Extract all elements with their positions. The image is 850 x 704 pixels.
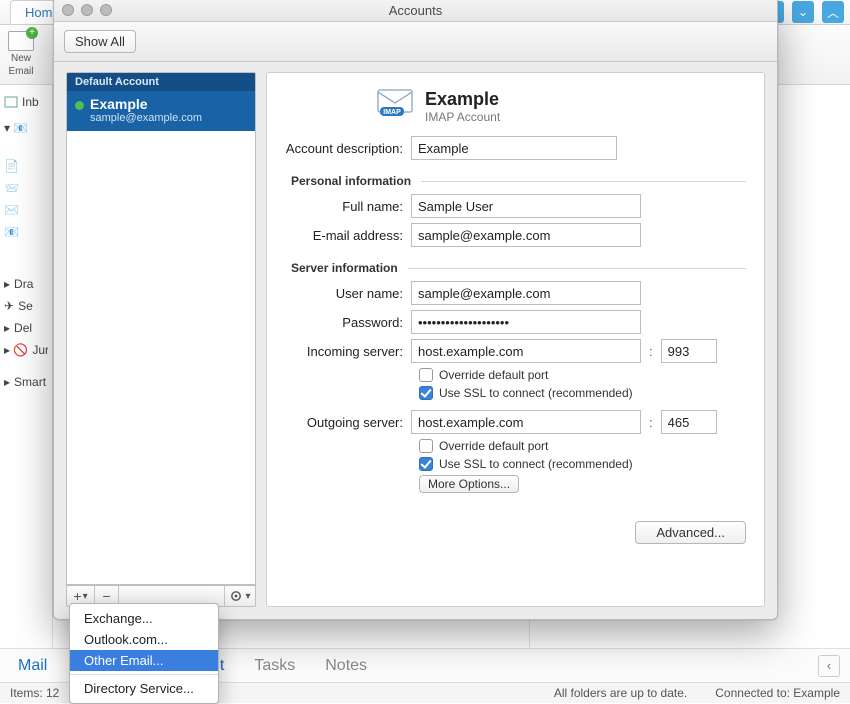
label-fullname: Full name:: [281, 199, 411, 214]
folder-drafts[interactable]: ▸ Dra: [4, 273, 48, 295]
accounts-dialog: Accounts Show All Default Account Exampl…: [53, 0, 778, 620]
account-list: Default Account Example sample@example.c…: [66, 72, 256, 607]
show-all-button[interactable]: Show All: [64, 30, 136, 53]
incoming-override-port-checkbox[interactable]: [419, 368, 433, 382]
incoming-ssl-label: Use SSL to connect (recommended): [439, 386, 633, 400]
account-title: Example: [425, 89, 500, 110]
dialog-titlebar: Accounts: [54, 0, 777, 22]
label-password: Password:: [281, 315, 411, 330]
account-list-item[interactable]: Example sample@example.com: [67, 91, 255, 131]
password-field[interactable]: [411, 310, 641, 334]
menu-item-other-email[interactable]: Other Email...: [70, 650, 218, 671]
chevron-up-icon[interactable]: ︿: [822, 1, 844, 23]
label-description: Account description:: [281, 141, 411, 156]
colon: :: [649, 344, 653, 359]
outgoing-override-label: Override default port: [439, 439, 548, 453]
svg-text:IMAP: IMAP: [383, 109, 401, 116]
outgoing-ssl-label: Use SSL to connect (recommended): [439, 457, 633, 471]
outgoing-port-field: [661, 410, 717, 434]
incoming-port-field: [661, 339, 717, 363]
more-options-button[interactable]: More Options...: [419, 475, 519, 493]
label-email: E-mail address:: [281, 228, 411, 243]
colon: :: [649, 415, 653, 430]
dialog-toolbar: Show All: [54, 22, 777, 62]
label: New: [8, 53, 34, 66]
full-name-field[interactable]: [411, 194, 641, 218]
incoming-ssl-checkbox[interactable]: [419, 386, 433, 400]
account-actions-button[interactable]: ▾: [225, 586, 255, 606]
folder-junk[interactable]: ▸ 🚫 Jur: [4, 339, 48, 361]
imap-envelope-icon: IMAP: [377, 89, 413, 117]
incoming-override-label: Override default port: [439, 368, 548, 382]
pager-prev[interactable]: ‹: [818, 655, 840, 677]
email-address-field[interactable]: [411, 223, 641, 247]
new-email-button[interactable]: New Email: [8, 31, 34, 78]
outgoing-override-port-checkbox[interactable]: [419, 439, 433, 453]
status-sync: All folders are up to date.: [554, 686, 687, 700]
menu-item-directory[interactable]: Directory Service...: [70, 678, 218, 699]
label: Email: [8, 66, 34, 79]
menu-item-outlook[interactable]: Outlook.com...: [70, 629, 218, 650]
folder-deleted[interactable]: ▸ Del: [4, 317, 48, 339]
account-detail: IMAP Example IMAP Account Account descri…: [266, 72, 765, 607]
tab-notes[interactable]: Notes: [325, 657, 367, 675]
incoming-server-field[interactable]: [411, 339, 641, 363]
folder-pane[interactable]: Inb ▾ 📧 📄 📨 ✉️ 📧 ▸ Dra ✈ Se ▸ Del ▸ 🚫 Ju…: [0, 85, 53, 682]
menu-separator: [70, 674, 218, 675]
inbox-icon: [4, 96, 18, 108]
section-server: Server information: [291, 261, 746, 275]
label-incoming: Incoming server:: [281, 344, 411, 359]
envelope-plus-icon: [8, 31, 34, 51]
status-conn: Connected to: Example: [715, 686, 840, 700]
folder-smart[interactable]: ▸ Smart: [4, 371, 48, 393]
status-items: Items: 12: [10, 686, 59, 700]
add-account-menu: Exchange... Outlook.com... Other Email..…: [69, 603, 219, 704]
folder-inbox[interactable]: Inb: [4, 91, 48, 113]
section-personal: Personal information: [291, 174, 746, 188]
dialog-title: Accounts: [389, 3, 442, 18]
advanced-button[interactable]: Advanced...: [635, 521, 746, 544]
window-controls[interactable]: [62, 4, 112, 16]
status-dot-icon: [75, 101, 84, 110]
outgoing-server-field[interactable]: [411, 410, 641, 434]
account-description-field[interactable]: [411, 136, 617, 160]
disclosure[interactable]: ▾ 📧: [4, 117, 48, 139]
menu-item-exchange[interactable]: Exchange...: [70, 608, 218, 629]
chevron-down-icon[interactable]: ⌄: [792, 1, 814, 23]
tab-tasks[interactable]: Tasks: [254, 657, 295, 675]
folder-sent[interactable]: ✈ Se: [4, 295, 48, 317]
label-outgoing: Outgoing server:: [281, 415, 411, 430]
account-list-header: Default Account: [67, 73, 255, 91]
outgoing-ssl-checkbox[interactable]: [419, 457, 433, 471]
user-name-field[interactable]: [411, 281, 641, 305]
gear-icon: [229, 588, 245, 604]
tab-mail[interactable]: Mail: [18, 657, 47, 675]
account-subtitle: IMAP Account: [425, 110, 500, 124]
label-username: User name:: [281, 286, 411, 301]
